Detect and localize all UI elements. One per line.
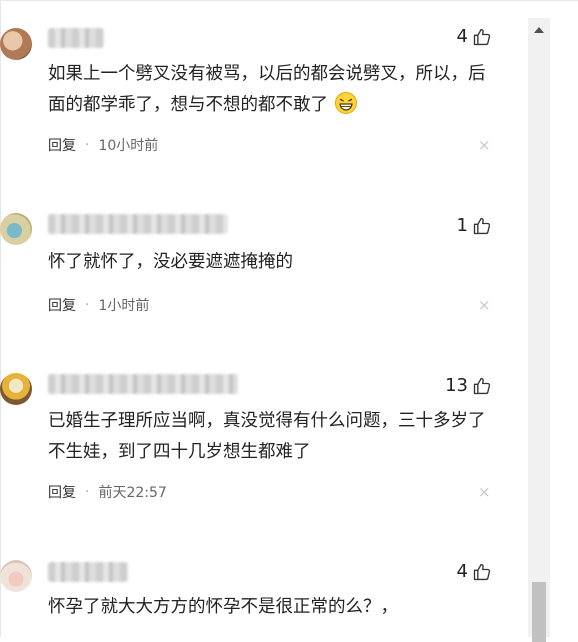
username-blurred[interactable] xyxy=(48,214,228,234)
comment-meta: 回复 · 前天22:57 xyxy=(48,482,167,502)
like-count[interactable]: 4 xyxy=(457,26,492,47)
comment-text-content: 如果上一个劈叉没有被骂，以后的都会说劈叉，所以，后面的都学乖了，想与不想的都不敢… xyxy=(48,64,486,115)
thumbs-up-icon[interactable] xyxy=(472,216,492,236)
separator-dot: · xyxy=(85,297,90,313)
close-icon[interactable]: × xyxy=(478,483,491,501)
comment-time: 前天22:57 xyxy=(98,485,167,501)
avatar[interactable] xyxy=(0,28,32,60)
like-count[interactable]: 13 xyxy=(445,375,492,396)
avatar[interactable] xyxy=(0,560,32,592)
comment-item-2: 1 怀了就怀了，没必要遮遮掩掩的 回复 · 1小时前 × xyxy=(0,180,528,340)
comment-item-4: 4 怀孕了就大大方方的怀孕不是很正常的么？， xyxy=(0,540,528,637)
scrollbar-thumb[interactable] xyxy=(532,582,546,642)
reply-button[interactable]: 回复 xyxy=(48,482,76,502)
comment-time: 10小时前 xyxy=(98,138,159,154)
avatar[interactable] xyxy=(0,213,32,245)
thumbs-up-icon[interactable] xyxy=(472,376,492,396)
comment-meta: 回复 · 10小时前 xyxy=(48,135,158,155)
reply-button[interactable]: 回复 xyxy=(48,295,76,315)
reply-button[interactable]: 回复 xyxy=(48,135,76,155)
avatar[interactable] xyxy=(0,373,32,405)
comment-meta: 回复 · 1小时前 xyxy=(48,295,149,315)
comment-text: 已婚生子理所应当啊，真没觉得有什么问题，三十多岁了不生娃，到了四十几岁想生都难了 xyxy=(48,411,486,462)
like-count-value: 4 xyxy=(456,561,468,582)
like-count-value: 13 xyxy=(445,375,468,396)
comment-text: 怀了就怀了，没必要遮遮掩掩的 xyxy=(48,252,293,272)
username-blurred[interactable] xyxy=(48,374,238,394)
separator-dot: · xyxy=(85,484,90,500)
separator-dot: · xyxy=(85,137,90,153)
like-count-value: 4 xyxy=(456,26,468,47)
thumbs-up-icon[interactable] xyxy=(472,27,492,47)
close-icon[interactable]: × xyxy=(478,136,491,154)
grinning-emoji-icon xyxy=(334,92,357,114)
like-count[interactable]: 4 xyxy=(457,561,492,582)
comment-time: 1小时前 xyxy=(98,298,150,314)
comment-text: 怀孕了就大大方方的怀孕不是很正常的么？， xyxy=(48,597,398,617)
like-count-value: 1 xyxy=(456,215,468,236)
vertical-scrollbar[interactable] xyxy=(528,18,550,642)
comment-text: 如果上一个劈叉没有被骂，以后的都会说劈叉，所以，后面的都学乖了，想与不想的都不敢… xyxy=(48,59,488,121)
username-blurred[interactable] xyxy=(48,562,128,582)
like-count[interactable]: 1 xyxy=(457,215,492,236)
scroll-up-arrow-icon[interactable] xyxy=(528,18,550,42)
comment-item-1: 4 如果上一个劈叉没有被骂，以后的都会说劈叉，所以，后面的都学乖了，想与不想的都… xyxy=(0,0,528,180)
comment-item-3: 13 已婚生子理所应当啊，真没觉得有什么问题，三十多岁了不生娃，到了四十几岁想生… xyxy=(0,340,528,540)
username-blurred[interactable] xyxy=(48,28,104,48)
thumbs-up-icon[interactable] xyxy=(472,562,492,582)
close-icon[interactable]: × xyxy=(478,296,491,314)
